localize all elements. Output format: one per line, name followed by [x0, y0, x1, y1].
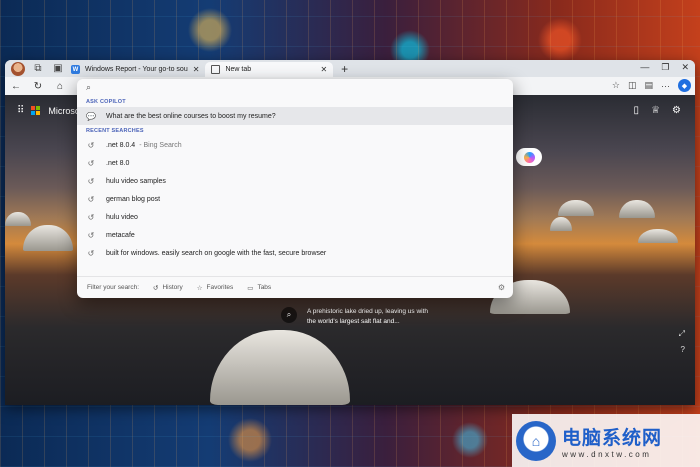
minimize-button[interactable]: —	[640, 62, 649, 73]
recent-search-item[interactable]: ↺ german blog post	[77, 190, 513, 208]
recent-search-item[interactable]: ↺ metacafe	[77, 226, 513, 244]
filter-history-label: History	[162, 284, 183, 291]
filter-label: Filter your search:	[87, 284, 140, 291]
recent-search-text: metacafe	[106, 231, 135, 239]
star-icon: ☆	[196, 284, 203, 292]
recent-searches-header: RECENT SEARCHES	[86, 127, 144, 134]
filter-favorites-label: Favorites	[206, 284, 234, 291]
image-caption[interactable]: ⌕ A prehistoric lake dried up, leaving u…	[281, 307, 437, 327]
tab-label: Windows Report - Your go-to sou	[85, 66, 188, 73]
copilot-logo-icon	[523, 151, 535, 163]
salt-mound	[638, 229, 678, 243]
close-tab-icon[interactable]: ✕	[193, 65, 200, 74]
salt-mound	[23, 225, 73, 251]
salt-mound	[558, 200, 594, 216]
recent-search-text: .net 8.0	[106, 159, 130, 167]
recent-search-text: german blog post	[106, 195, 161, 203]
tabs-icon: ▭	[247, 284, 254, 292]
salt-mound	[5, 212, 31, 226]
fullscreen-image-icon[interactable]: ⤢	[679, 329, 685, 339]
new-tab-plus-icon[interactable]: +	[341, 62, 348, 76]
filter-tabs-button[interactable]: ▭ Tabs	[247, 284, 271, 292]
new-tab-favicon-icon	[211, 65, 221, 74]
close-window-button[interactable]: ✕	[681, 62, 689, 73]
rewards-trophy-icon[interactable]: ♕	[651, 105, 660, 116]
ask-copilot-header: ASK COPILOT	[86, 98, 126, 105]
history-icon: ↺	[87, 158, 95, 168]
tab-windows-report[interactable]: W Windows Report - Your go-to sou ✕	[65, 62, 205, 77]
ntp-header-right: ▯ ♕ ⚙	[634, 105, 681, 116]
collections-icon[interactable]: ▤	[644, 80, 653, 91]
search-filter-bar: Filter your search: ↺ History ☆ Favorite…	[77, 276, 513, 298]
copilot-sidebar-button[interactable]: ◆	[678, 79, 691, 92]
copilot-chat-icon: 💬	[86, 111, 96, 121]
filter-tabs-label: Tabs	[257, 284, 272, 291]
tab-new-tab[interactable]: New tab ✕	[205, 62, 334, 77]
copilot-suggestion[interactable]: 💬 What are the best online courses to bo…	[77, 107, 513, 125]
filter-favorites-button[interactable]: ☆ Favorites	[197, 284, 234, 292]
history-icon: ↺	[87, 212, 95, 222]
window-controls: — ❐ ✕	[640, 62, 689, 73]
site-watermark: ⌂ 电脑系统网 www.dnxtw.com	[512, 414, 700, 467]
suggestion-text: What are the best online courses to boos…	[106, 112, 276, 120]
maximize-button[interactable]: ❐	[661, 62, 669, 73]
help-icon[interactable]: ?	[681, 345, 685, 354]
history-icon: ↺	[153, 284, 159, 292]
recent-search-source: - Bing Search	[139, 141, 182, 149]
house-logo-icon: ⌂	[516, 420, 556, 461]
recent-search-item[interactable]: ↺ hulu video samples	[77, 172, 513, 190]
mobile-phone-icon[interactable]: ▯	[634, 105, 640, 116]
page-settings-gear-icon[interactable]: ⚙	[672, 105, 681, 116]
close-tab-icon[interactable]: ✕	[320, 65, 327, 74]
history-icon: ↺	[87, 194, 95, 204]
avatar	[11, 61, 25, 76]
history-icon: ↺	[87, 230, 95, 240]
split-screen-icon[interactable]: ◫	[628, 80, 637, 91]
watermark-text: 电脑系统网 www.dnxtw.com	[562, 423, 662, 459]
search-icon: ⌕	[86, 82, 92, 92]
visual-search-icon[interactable]: ⌕	[281, 307, 297, 323]
salt-mound	[210, 330, 350, 405]
ntp-header-left: ⠿ Microsoft	[17, 105, 85, 116]
recent-search-text: .net 8.0.4	[106, 141, 136, 149]
app-launcher-icon[interactable]: ⠿	[17, 105, 24, 116]
workspaces-icon[interactable]: ⧉	[31, 62, 45, 76]
history-icon: ↺	[87, 176, 95, 186]
back-button[interactable]: ←	[5, 81, 27, 92]
windows-report-favicon-icon: W	[71, 65, 80, 74]
salt-mound	[550, 217, 572, 231]
profile-avatar[interactable]	[11, 61, 25, 76]
home-button[interactable]: ⌂	[49, 81, 71, 92]
history-icon: ↺	[87, 248, 95, 258]
search-settings-gear-icon[interactable]: ⚙	[498, 283, 505, 292]
recent-search-text: hulu video samples	[106, 177, 166, 185]
recent-search-text: built for windows. easily search on goog…	[106, 249, 327, 257]
tab-label: New tab	[225, 66, 252, 73]
recent-search-item[interactable]: ↺ .net 8.0.4 - Bing Search	[77, 136, 513, 154]
refresh-button[interactable]: ↻	[27, 81, 49, 92]
copilot-search-button[interactable]	[516, 148, 542, 166]
favorites-star-icon[interactable]: ☆	[612, 80, 620, 91]
address-bar-input[interactable]: ⌕	[77, 79, 513, 96]
more-options-icon[interactable]: ···	[661, 81, 670, 91]
toolbar-right-actions: ☆ ◫ ▤ ··· ◆	[612, 79, 691, 92]
watermark-title: 电脑系统网	[562, 426, 663, 449]
recent-search-item[interactable]: ↺ hulu video	[77, 208, 513, 226]
recent-search-text: hulu video	[106, 213, 138, 221]
recent-search-item[interactable]: ↺ .net 8.0	[77, 154, 513, 172]
tab-strip: ⧉ ▣ W Windows Report - Your go-to sou ✕ …	[5, 60, 695, 77]
watermark-url: www.dnxtw.com	[562, 449, 652, 459]
recent-search-item[interactable]: ↺ built for windows. easily search on go…	[77, 244, 513, 262]
address-bar-dropdown: ⌕ ASK COPILOT 💬 What are the best online…	[77, 79, 513, 298]
microsoft-logo-icon	[31, 106, 41, 115]
tab-actions-icon[interactable]: ▣	[51, 62, 65, 76]
history-icon: ↺	[87, 140, 95, 150]
caption-text: A prehistoric lake dried up, leaving us …	[307, 308, 429, 325]
filter-history-button[interactable]: ↺ History	[153, 284, 183, 292]
salt-mound	[619, 200, 655, 218]
